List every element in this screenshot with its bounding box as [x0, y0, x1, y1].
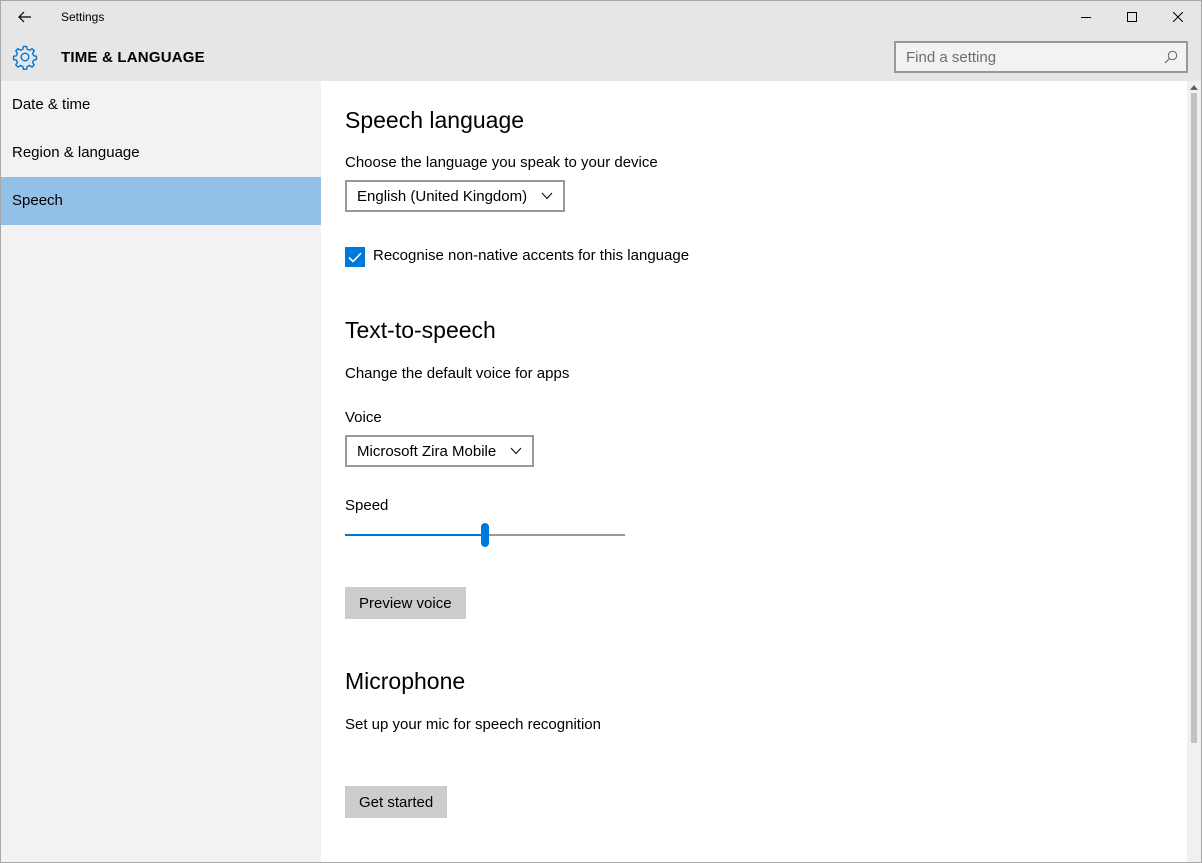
slider-fill	[345, 534, 485, 536]
checkmark-icon	[348, 252, 362, 263]
text-to-speech-description: Change the default voice for apps	[345, 365, 570, 382]
voice-dropdown[interactable]: Microsoft Zira Mobile	[345, 435, 535, 467]
speech-settings-panel: Speech language Choose the language you …	[321, 81, 1187, 862]
maximize-icon	[1127, 12, 1137, 22]
voice-label: Voice	[345, 409, 382, 426]
search-box[interactable]	[894, 41, 1188, 73]
speed-slider[interactable]	[345, 523, 625, 547]
close-icon	[1173, 12, 1183, 22]
language-dropdown[interactable]: English (United Kingdom)	[345, 180, 566, 212]
close-button[interactable]	[1155, 1, 1201, 33]
preview-voice-button[interactable]: Preview voice	[345, 587, 466, 619]
microphone-description: Set up your mic for speech recognition	[345, 716, 601, 733]
speed-label: Speed	[345, 497, 389, 514]
slider-thumb[interactable]	[481, 523, 489, 547]
accent-checkbox-label[interactable]: Recognise non-native accents for this la…	[373, 247, 689, 264]
title-bar: Settings	[1, 1, 1201, 33]
text-to-speech-heading: Text-to-speech	[345, 317, 496, 343]
section-title: TIME & LANGUAGE	[61, 49, 205, 66]
search-input[interactable]	[896, 43, 1156, 71]
scrollbar-thumb[interactable]	[1191, 93, 1197, 743]
microphone-heading: Microphone	[345, 668, 466, 694]
settings-window: Settings TIME & LANGUAGE Find a setting …	[0, 0, 1202, 863]
search-icon[interactable]	[1164, 50, 1178, 64]
sidebar-item-label: Speech	[12, 192, 63, 209]
speech-language-heading: Speech language	[345, 107, 525, 133]
sidebar-nav: Date & time Region & language Speech	[1, 81, 321, 862]
sidebar-item-speech[interactable]: Speech	[1, 177, 321, 225]
settings-header: TIME & LANGUAGE	[1, 33, 1201, 81]
voice-dropdown-value: Microsoft Zira Mobile	[357, 442, 497, 460]
language-dropdown-value: English (United Kingdom)	[357, 187, 528, 205]
sidebar-item-region-language[interactable]: Region & language	[1, 129, 321, 177]
chevron-down-icon	[541, 192, 553, 200]
minimize-button[interactable]	[1063, 1, 1109, 33]
chevron-down-icon	[510, 447, 522, 455]
sidebar-item-label: Date & time	[12, 96, 91, 113]
get-started-button[interactable]: Get started	[345, 786, 448, 818]
accent-checkbox[interactable]	[345, 247, 365, 267]
window-title: Settings	[61, 10, 105, 24]
sidebar-item-label: Region & language	[12, 144, 140, 161]
minimize-icon	[1081, 17, 1091, 18]
speech-language-description: Choose the language you speak to your de…	[345, 154, 658, 171]
gear-icon	[12, 45, 38, 70]
back-arrow-icon	[18, 11, 31, 23]
vertical-scrollbar[interactable]	[1187, 81, 1201, 862]
maximize-button[interactable]	[1109, 1, 1155, 33]
sidebar-item-date-time[interactable]: Date & time	[1, 81, 321, 129]
scroll-up-arrow-icon[interactable]	[1190, 84, 1198, 90]
back-button[interactable]	[1, 1, 49, 33]
